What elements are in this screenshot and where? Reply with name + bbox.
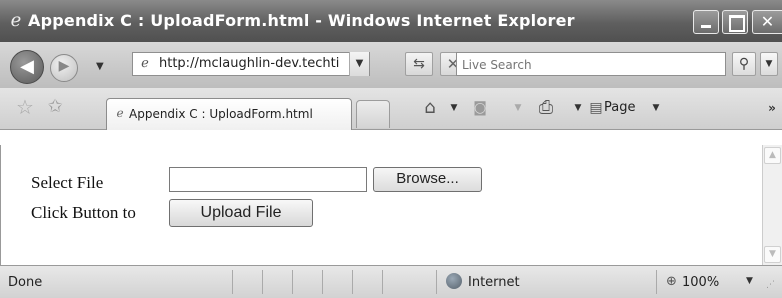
ie-logo-icon: ℯ: [10, 10, 22, 31]
back-arrow-icon: ◀: [20, 56, 34, 77]
chevron-down-icon: ▼: [765, 59, 773, 69]
page-icon: ℯ: [116, 106, 124, 120]
page-content: Select File Browse... Click Button to Up…: [0, 145, 762, 265]
chevron-down-icon: ▼: [769, 249, 776, 259]
zoom-icon[interactable]: ⊕: [666, 274, 677, 289]
search-button[interactable]: ⚲: [732, 52, 756, 76]
status-divider: [656, 270, 657, 294]
new-tab-button[interactable]: [356, 100, 390, 128]
address-bar[interactable]: ℯ http://mclaughlin-dev.techti: [132, 52, 370, 76]
security-zone-label: Internet: [468, 275, 520, 290]
close-icon: ✕: [760, 12, 775, 31]
address-text[interactable]: http://mclaughlin-dev.techti: [159, 56, 349, 71]
upload-file-button[interactable]: Upload File: [169, 199, 313, 227]
navigation-bar: ◀ ▶ ▼ ℯ http://mclaughlin-dev.techti ▼ ⇆…: [0, 42, 782, 88]
status-bar: Done Internet ⊕ 100% ▼ ⋰: [0, 265, 782, 298]
page-menu-button[interactable]: Page: [604, 96, 644, 120]
maximize-icon: [729, 15, 745, 32]
scroll-up-button[interactable]: ▲: [764, 147, 781, 164]
status-divider: [262, 270, 263, 294]
status-divider: [322, 270, 323, 294]
select-file-label: Select File: [31, 173, 104, 192]
page-menu-icon[interactable]: ▤: [588, 96, 604, 120]
feeds-dropdown-icon[interactable]: ▼: [512, 96, 524, 120]
internet-globe-icon: [446, 273, 462, 289]
scroll-down-button[interactable]: ▼: [764, 246, 781, 263]
printer-icon[interactable]: ⎙: [534, 96, 558, 120]
page-icon: ℯ: [141, 56, 149, 71]
home-icon[interactable]: ⌂: [418, 96, 442, 120]
window-title: Appendix C : UploadForm.html - Windows I…: [28, 11, 575, 30]
status-divider: [352, 270, 353, 294]
status-divider: [292, 270, 293, 294]
click-button-label: Click Button to: [31, 203, 136, 222]
refresh-button[interactable]: ⇆: [405, 52, 433, 76]
page-dropdown-icon[interactable]: ▼: [650, 96, 662, 120]
browser-window: ℯ Appendix C : UploadForm.html - Windows…: [0, 0, 782, 298]
file-path-field[interactable]: [169, 167, 367, 192]
tab-label: Appendix C : UploadForm.html: [129, 107, 313, 121]
address-dropdown-button[interactable]: ▼: [349, 52, 369, 76]
recent-pages-dropdown-icon[interactable]: ▼: [96, 61, 104, 72]
browse-button[interactable]: Browse...: [373, 167, 482, 192]
refresh-icon: ⇆: [413, 56, 425, 72]
tab-active[interactable]: ℯ Appendix C : UploadForm.html: [106, 98, 352, 130]
status-divider: [232, 270, 233, 294]
tab-bar: ☆ ✩ ℯ Appendix C : UploadForm.html ⌂ ▼ ◙…: [0, 88, 782, 130]
status-text: Done: [8, 275, 43, 290]
close-button[interactable]: ✕: [752, 10, 782, 34]
add-favorites-icon[interactable]: ✩: [44, 96, 66, 118]
minimize-icon: [701, 25, 711, 28]
chevron-down-icon: ▼: [355, 58, 364, 69]
search-input[interactable]: [460, 55, 722, 75]
print-dropdown-icon[interactable]: ▼: [572, 96, 584, 120]
chevron-up-icon: ▲: [769, 150, 776, 160]
title-bar[interactable]: ℯ Appendix C : UploadForm.html - Windows…: [0, 0, 782, 42]
home-dropdown-icon[interactable]: ▼: [448, 96, 460, 120]
back-button[interactable]: ◀: [10, 50, 44, 84]
maximize-button[interactable]: [722, 10, 748, 34]
zoom-dropdown-icon[interactable]: ▼: [746, 276, 753, 286]
search-box[interactable]: [456, 52, 726, 76]
favorites-star-icon[interactable]: ☆: [14, 96, 36, 118]
forward-arrow-icon: ▶: [58, 58, 70, 74]
status-divider: [382, 270, 383, 294]
resize-grip-icon[interactable]: ⋰: [766, 280, 778, 292]
search-icon: ⚲: [738, 56, 750, 72]
more-tools-icon[interactable]: »: [764, 96, 780, 120]
forward-button[interactable]: ▶: [50, 54, 78, 82]
search-options-button[interactable]: ▼: [760, 52, 778, 76]
zoom-level[interactable]: 100%: [682, 275, 719, 290]
status-divider: [436, 270, 437, 294]
minimize-button[interactable]: [693, 10, 719, 34]
content-margin: [0, 130, 782, 145]
vertical-scrollbar[interactable]: ▲ ▼: [762, 145, 782, 265]
feeds-icon[interactable]: ◙: [470, 96, 490, 120]
